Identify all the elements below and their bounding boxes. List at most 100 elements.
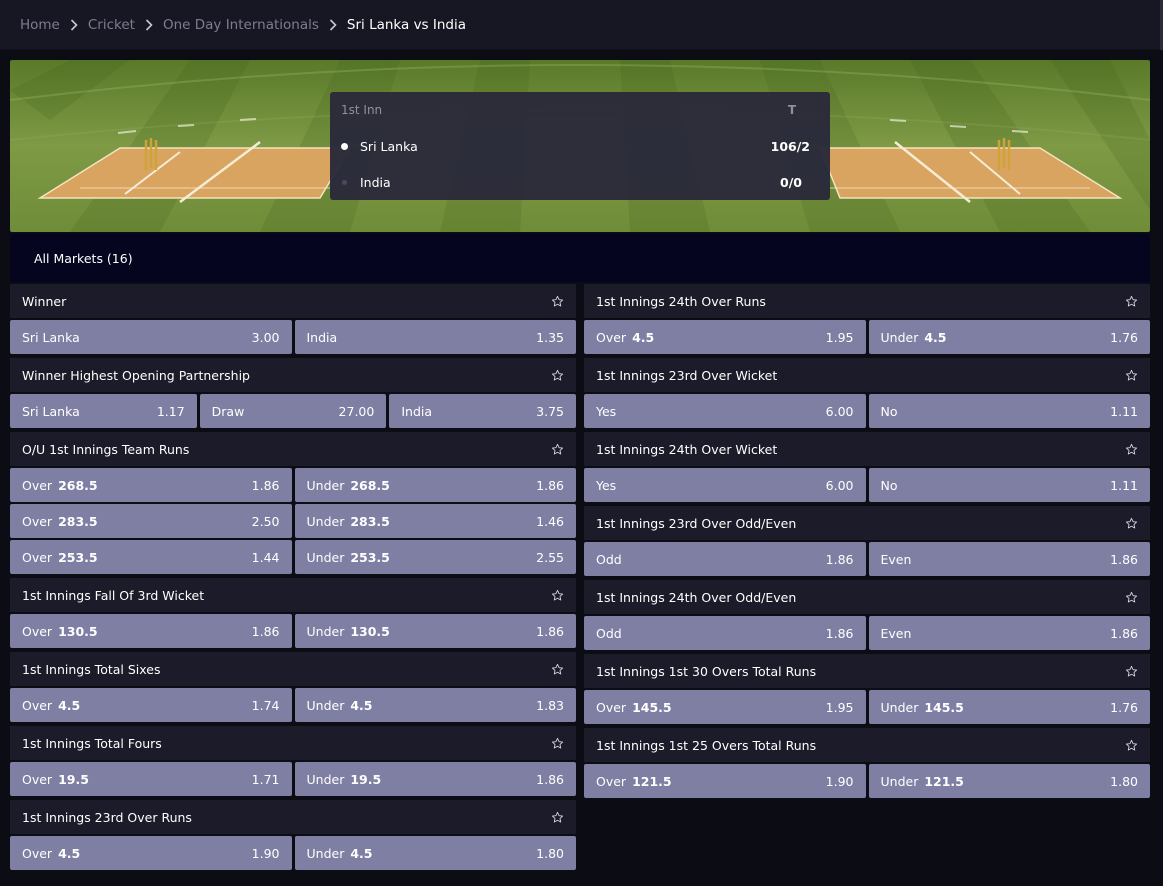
odds-button[interactable]: Under 268.5 1.86 <box>294 468 576 502</box>
star-icon[interactable] <box>551 369 564 382</box>
odds-button[interactable]: Under 253.5 2.55 <box>294 540 576 574</box>
market-header[interactable]: 1st Innings Total Fours <box>10 726 576 760</box>
selection-line: 130.5 <box>350 623 390 639</box>
market-title: 1st Innings 23rd Over Runs <box>22 809 192 825</box>
odds-button[interactable]: Under 4.5 1.76 <box>868 320 1150 354</box>
chevron-right-icon <box>329 18 337 31</box>
odds-button[interactable]: Over 4.5 1.74 <box>10 688 292 722</box>
selection-row: Over 121.5 1.90 Under 121.5 1.80 <box>584 764 1150 798</box>
breadcrumb-event: Sri Lanka vs India <box>346 16 467 33</box>
odds-button[interactable]: Over 121.5 1.90 <box>584 764 866 798</box>
market-header[interactable]: 1st Innings 23rd Over Wicket <box>584 358 1150 392</box>
odds-button[interactable]: Over 4.5 1.90 <box>10 836 292 870</box>
tab-all-markets[interactable]: All Markets (16) <box>34 251 133 266</box>
star-icon[interactable] <box>551 589 564 602</box>
market-header[interactable]: 1st Innings Fall Of 3rd Wicket <box>10 578 576 612</box>
market-header[interactable]: O/U 1st Innings Team Runs <box>10 432 576 466</box>
selection-line: 130.5 <box>58 623 98 639</box>
star-icon[interactable] <box>1125 517 1138 530</box>
star-icon[interactable] <box>1125 665 1138 678</box>
market-header[interactable]: 1st Innings 1st 25 Overs Total Runs <box>584 728 1150 762</box>
odds-button[interactable]: Over 268.5 1.86 <box>10 468 292 502</box>
star-icon[interactable] <box>551 295 564 308</box>
odds-button[interactable]: Under 4.5 1.83 <box>294 688 576 722</box>
market-header[interactable]: Winner Highest Opening Partnership <box>10 358 576 392</box>
odds-button[interactable]: Odd 1.86 <box>584 616 866 650</box>
odds-button[interactable]: Sri Lanka 1.17 <box>10 394 197 428</box>
odds-price: 1.11 <box>1110 403 1138 419</box>
odds-price: 1.86 <box>536 477 564 493</box>
odds-price: 1.90 <box>825 773 854 789</box>
selection-name: Under <box>306 477 345 493</box>
selection-line: 283.5 <box>58 513 98 529</box>
odds-button[interactable]: Under 283.5 1.46 <box>294 504 576 538</box>
selection-label: No <box>881 478 898 493</box>
market-header[interactable]: 1st Innings 23rd Over Odd/Even <box>584 506 1150 540</box>
odds-button[interactable]: Even 1.86 <box>868 616 1150 650</box>
star-icon[interactable] <box>1125 591 1138 604</box>
odds-button[interactable]: Sri Lanka 3.00 <box>10 320 292 354</box>
market-header[interactable]: 1st Innings 1st 30 Overs Total Runs <box>584 654 1150 688</box>
selection-line: 121.5 <box>632 773 672 789</box>
market-title: 1st Innings 1st 25 Overs Total Runs <box>596 737 817 753</box>
odds-button[interactable]: India 3.75 <box>389 394 577 428</box>
odds-button[interactable]: No 1.11 <box>868 468 1150 502</box>
odds-button[interactable]: Over 253.5 1.44 <box>10 540 292 574</box>
star-icon[interactable] <box>551 811 564 824</box>
odds-button[interactable]: Over 145.5 1.95 <box>584 690 866 724</box>
odds-button[interactable]: Over 130.5 1.86 <box>10 614 292 648</box>
innings-label: 1st Inn <box>341 103 383 117</box>
selection-name: Yes <box>596 403 617 419</box>
market-header[interactable]: 1st Innings 23rd Over Runs <box>10 800 576 834</box>
market-1st-innings-23rd-over-runs: 1st Innings 23rd Over Runs Over 4.5 1.90 Un… <box>10 800 576 870</box>
selection-row: Over 19.5 1.71 Under 19.5 1.86 <box>10 762 576 796</box>
selection-line: 145.5 <box>924 699 964 715</box>
selection-line: 253.5 <box>350 549 390 565</box>
market-header[interactable]: 1st Innings 24th Over Odd/Even <box>584 580 1150 614</box>
star-icon[interactable] <box>1125 369 1138 382</box>
breadcrumb-cricket[interactable]: Cricket <box>88 17 135 33</box>
selection-name: Under <box>306 771 345 787</box>
odds-price: 1.11 <box>1110 477 1138 493</box>
odds-price: 1.76 <box>1110 699 1138 715</box>
odds-button[interactable]: Draw 27.00 <box>199 394 387 428</box>
odds-button[interactable]: Over 4.5 1.95 <box>584 320 866 354</box>
selection-name: Under <box>306 513 345 529</box>
odds-button[interactable]: Under 19.5 1.86 <box>294 762 576 796</box>
odds-button[interactable]: Even 1.86 <box>868 542 1150 576</box>
selection-label: Under 283.5 <box>307 514 390 529</box>
odds-price: 1.71 <box>251 771 280 787</box>
odds-button[interactable]: Under 4.5 1.80 <box>294 836 576 870</box>
selection-name: Yes <box>596 477 617 493</box>
odds-button[interactable]: India 1.35 <box>294 320 576 354</box>
star-icon[interactable] <box>1125 295 1138 308</box>
market-header[interactable]: 1st Innings Total Sixes <box>10 652 576 686</box>
odds-button[interactable]: Under 130.5 1.86 <box>294 614 576 648</box>
breadcrumb-home[interactable]: Home <box>20 17 60 33</box>
star-icon[interactable] <box>551 663 564 676</box>
selection-line: 19.5 <box>58 771 89 787</box>
star-icon[interactable] <box>1125 443 1138 456</box>
breadcrumb-competition[interactable]: One Day Internationals <box>163 17 319 33</box>
selection-line: 4.5 <box>58 697 81 713</box>
odds-button[interactable]: Yes 6.00 <box>584 468 866 502</box>
odds-button[interactable]: Odd 1.86 <box>584 542 866 576</box>
selection-label: Over 268.5 <box>22 478 98 493</box>
market-1st-innings-23rd-over-odd-even: 1st Innings 23rd Over Odd/Even Odd 1.86 Eve… <box>584 506 1150 576</box>
star-icon[interactable] <box>551 737 564 750</box>
market-header[interactable]: 1st Innings 24th Over Runs <box>584 284 1150 318</box>
odds-button[interactable]: Over 19.5 1.71 <box>10 762 292 796</box>
star-icon[interactable] <box>551 443 564 456</box>
star-icon[interactable] <box>1125 739 1138 752</box>
odds-button[interactable]: Under 121.5 1.80 <box>868 764 1150 798</box>
market-title: 1st Innings 1st 30 Overs Total Runs <box>596 663 817 679</box>
market-header[interactable]: 1st Innings 24th Over Wicket <box>584 432 1150 466</box>
market-header[interactable]: Winner <box>10 284 576 318</box>
odds-button[interactable]: No 1.11 <box>868 394 1150 428</box>
market-title: 1st Innings 24th Over Runs <box>596 293 766 309</box>
selection-name: Odd <box>596 551 622 567</box>
odds-button[interactable]: Yes 6.00 <box>584 394 866 428</box>
market-1st-innings-24th-over-odd-even: 1st Innings 24th Over Odd/Even Odd 1.86 Eve… <box>584 580 1150 650</box>
odds-button[interactable]: Under 145.5 1.76 <box>868 690 1150 724</box>
odds-button[interactable]: Over 283.5 2.50 <box>10 504 292 538</box>
